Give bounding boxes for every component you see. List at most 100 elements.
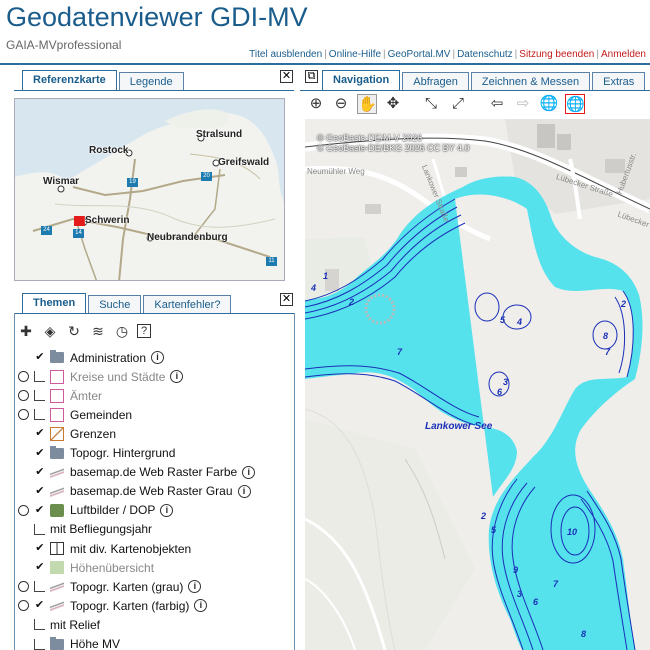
main-map[interactable]: © GeoBasis-DE/M-V 2026 © GeoBasis-DE/BKG… <box>305 119 650 650</box>
header-link[interactable]: Online-Hilfe <box>329 49 381 60</box>
globe-frame-icon[interactable]: 🌐 <box>565 94 585 114</box>
globe-icon[interactable]: 🌐 <box>539 94 559 114</box>
layer-control[interactable] <box>18 371 50 383</box>
radio-button[interactable] <box>18 409 29 421</box>
checkbox-empty-icon[interactable] <box>34 523 45 535</box>
back-arrow-icon[interactable]: ⇦ <box>487 94 507 114</box>
layer-control[interactable]: ✔ <box>18 428 50 439</box>
zoom-extent-in-icon[interactable]: ⤡ <box>421 94 441 114</box>
help-icon[interactable]: ? <box>137 324 151 338</box>
layer-control[interactable]: ✔ <box>18 466 50 478</box>
layer-row[interactable]: Höhe MV <box>18 635 120 650</box>
tab-legende[interactable]: Legende <box>118 72 184 91</box>
tab-kartenfehler[interactable]: Kartenfehler? <box>143 295 232 314</box>
tab-referenzkarte[interactable]: Referenzkarte <box>22 70 117 91</box>
layers-stack-icon[interactable]: ≋ <box>89 322 107 340</box>
radio-button[interactable] <box>18 390 29 402</box>
header-link[interactable]: Anmelden <box>601 49 646 60</box>
layer-control[interactable] <box>18 523 50 535</box>
checkbox-empty-icon[interactable] <box>34 638 45 650</box>
tab-zeichnen-messen[interactable]: Zeichnen & Messen <box>470 72 591 91</box>
layer-control[interactable]: ✔ <box>18 504 50 516</box>
info-icon[interactable]: i <box>160 503 174 517</box>
checkbox-icon[interactable]: ✔ <box>34 504 45 516</box>
info-icon[interactable]: i <box>188 580 202 594</box>
layer-row[interactable]: Topogr. Karten (grau) i <box>18 577 202 596</box>
detach-icon[interactable]: ⧉ <box>305 70 318 83</box>
checkbox-empty-icon[interactable] <box>33 409 45 421</box>
header-link[interactable]: Sitzung beenden <box>519 49 594 60</box>
current-extent-marker <box>74 216 85 226</box>
layer-row[interactable]: ✔ Luftbilder / DOP i <box>18 501 174 520</box>
info-icon[interactable]: i <box>194 599 208 613</box>
header-link[interactable]: GeoPortal.MV <box>388 49 451 60</box>
layer-control[interactable]: ✔ <box>18 562 50 573</box>
checkbox-icon[interactable]: ✔ <box>35 466 45 478</box>
layer-row[interactable]: ✔ Grenzen <box>18 424 116 443</box>
refresh-icon[interactable]: ↻ <box>65 322 83 340</box>
info-icon[interactable]: i <box>170 370 184 384</box>
layer-row[interactable]: ✔ basemap.de Web Raster Grau i <box>18 482 251 501</box>
layers-icon[interactable]: ◈ <box>41 322 59 340</box>
tab-abfragen[interactable]: Abfragen <box>402 72 469 91</box>
tab-extras[interactable]: Extras <box>592 72 646 91</box>
layer-control[interactable]: ✔ <box>18 447 50 459</box>
radio-button[interactable] <box>18 371 29 383</box>
layer-control[interactable] <box>18 638 50 650</box>
layer-row[interactable]: ✔ Topogr. Hintergrund <box>18 444 175 463</box>
layer-control[interactable] <box>18 619 50 631</box>
zoom-extent-out-icon[interactable]: ⤢ <box>448 94 468 114</box>
layer-row[interactable]: Ämter <box>18 386 102 405</box>
radio-button[interactable] <box>18 504 29 516</box>
radio-button[interactable] <box>18 600 29 612</box>
header-link[interactable]: Datenschutz <box>457 49 513 60</box>
tab-themen[interactable]: Themen <box>22 293 87 314</box>
layer-row[interactable]: ✔ mit div. Kartenobjekten <box>18 539 191 558</box>
zoom-out-icon[interactable]: ⊖ <box>331 94 351 114</box>
checkbox-icon[interactable]: ✔ <box>34 600 45 611</box>
map-graphic <box>305 119 650 650</box>
themes-tabs: Themen Suche Kartenfehler? <box>22 293 233 314</box>
checkbox-icon[interactable]: ✔ <box>35 447 45 459</box>
zoom-in-icon[interactable]: ⊕ <box>306 94 326 114</box>
radio-button[interactable] <box>18 581 29 593</box>
layer-row[interactable]: ✔ basemap.de Web Raster Farbe i <box>18 463 256 482</box>
layer-control[interactable]: ✔ <box>18 485 50 497</box>
tab-navigation[interactable]: Navigation <box>322 70 401 91</box>
pan-hand-icon[interactable]: ✋ <box>357 94 377 114</box>
close-icon[interactable]: ✕ <box>280 293 293 306</box>
header-link[interactable]: Titel ausblenden <box>249 49 322 60</box>
layer-row[interactable]: ✔ Topogr. Karten (farbig) i <box>18 596 208 615</box>
close-icon[interactable]: ✕ <box>280 70 293 83</box>
tab-suche[interactable]: Suche <box>88 295 142 314</box>
plus-icon[interactable]: ✚ <box>17 322 35 340</box>
checkbox-icon[interactable]: ✔ <box>35 562 45 573</box>
checkbox-icon[interactable]: ✔ <box>35 485 45 497</box>
checkbox-empty-icon[interactable] <box>33 390 45 402</box>
layer-row[interactable]: Gemeinden <box>18 405 132 424</box>
layer-row[interactable]: ✔ Administration i <box>18 348 165 367</box>
layer-row[interactable]: mit Relief <box>18 615 100 634</box>
layer-control[interactable]: ✔ <box>18 600 50 612</box>
reference-map[interactable]: Stralsund Rostock Greifswald Wismar Schw… <box>14 98 285 281</box>
layer-control[interactable] <box>18 390 50 402</box>
checkbox-icon[interactable]: ✔ <box>35 543 45 554</box>
info-icon[interactable]: i <box>237 484 251 498</box>
info-icon[interactable]: i <box>151 351 165 364</box>
layer-row[interactable]: mit Befliegungsjahr <box>18 520 152 539</box>
info-icon[interactable]: i <box>242 465 256 479</box>
layer-control[interactable] <box>18 409 50 421</box>
layer-row[interactable]: Kreise und Städte i <box>18 367 184 386</box>
layer-control[interactable]: ✔ <box>18 352 50 363</box>
layer-control[interactable] <box>18 581 50 593</box>
checkbox-empty-icon[interactable] <box>33 581 45 593</box>
layer-row[interactable]: ✔ Höhenübersicht <box>18 558 154 577</box>
depth-label: 6 <box>533 597 539 607</box>
checkbox-icon[interactable]: ✔ <box>35 352 45 363</box>
clock-icon[interactable]: ◷ <box>113 322 131 340</box>
move-icon[interactable]: ✥ <box>383 94 403 114</box>
checkbox-empty-icon[interactable] <box>34 619 45 631</box>
checkbox-empty-icon[interactable] <box>33 371 45 383</box>
layer-control[interactable]: ✔ <box>18 543 50 554</box>
checkbox-icon[interactable]: ✔ <box>35 428 45 439</box>
